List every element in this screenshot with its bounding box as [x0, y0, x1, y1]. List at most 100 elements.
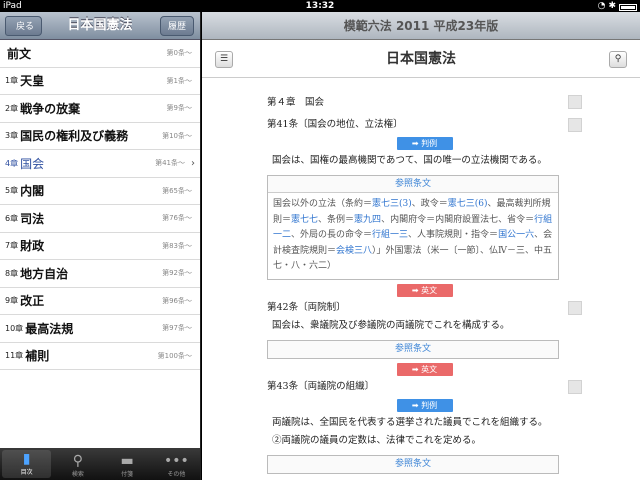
chapter-title: 国会 — [20, 156, 45, 171]
toc-item[interactable]: 1章 天皇 第1条〜 — [0, 68, 200, 95]
case-law-button[interactable]: ➡ 判例 — [396, 398, 453, 412]
chapter-start-article: 第96条〜 — [162, 296, 192, 305]
article-41-text: 国会は、国権の最高機関であつて、国の唯一の立法機関である。 — [272, 155, 547, 166]
statute-link[interactable]: 憲七三(3) — [372, 199, 412, 209]
chapter-number: 5章 — [5, 186, 19, 196]
english-button[interactable]: ➡ 英文 — [396, 362, 453, 376]
tab-label: 検索 — [71, 471, 84, 478]
chapter-number: 8章 — [5, 268, 19, 278]
reference-box: 参照条文 — [267, 339, 559, 359]
status-bar: iPad 13:32 ◔ ✱ — [0, 0, 640, 12]
toc-item[interactable]: 5章 内閣 第65条〜 — [0, 178, 200, 205]
toc-item[interactable]: 3章 国民の権利及び義務 第10条〜 — [0, 123, 200, 150]
article-43-paragraph-2: ②両議院の議員の定数は、法律でこれを定める。 — [272, 434, 482, 446]
sticky-note-icon: ▬ — [120, 453, 134, 469]
toc-item[interactable]: 8章 地方自治 第92条〜 — [0, 260, 200, 288]
reference-header[interactable]: 参照条文 — [268, 455, 558, 473]
tab-2[interactable]: ▬ 付箋 — [103, 448, 152, 480]
chapter-start-article: 第97条〜 — [162, 324, 192, 332]
chapter-start-article: 第1条〜 — [166, 76, 192, 85]
magnifier-icon: ⚲ — [72, 453, 83, 469]
chapter-title: 財政 — [20, 239, 45, 254]
more-dots-icon: ••• — [163, 453, 189, 469]
chapter-title: 最高法規 — [25, 321, 74, 336]
tab-bar: ▮ 目次 ⚲ 検索 ▬ 付箋 ••• その他 — [0, 448, 200, 480]
book-icon: ▮ — [22, 451, 31, 467]
tab-3[interactable]: ••• その他 — [152, 448, 200, 480]
chapter-heading: 第４章 国会 — [267, 92, 582, 114]
bookmark-checkbox[interactable] — [568, 300, 582, 315]
chapter-title: 戦争の放棄 — [20, 101, 81, 116]
reference-header[interactable]: 参照条文 — [268, 176, 558, 193]
tab-label: 付箋 — [121, 471, 134, 478]
chapter-start-article: 第10条〜 — [162, 131, 192, 140]
chapter-start-article: 第41条〜 — [155, 159, 185, 167]
article-43-heading: 第43条〔両議院の組織〕 — [267, 378, 582, 396]
law-text: 第４章 国会 第41条〔国会の地位、立法権〕 ➡ 判例 国会は、国権の最高機関で… — [267, 92, 582, 478]
statute-link[interactable]: 行組一三 — [372, 230, 408, 240]
reference-body: 国会以外の立法（条約＝憲七三(3)、政令＝憲七三(6)、最高裁判所規則＝憲七七、… — [268, 193, 558, 279]
bookmark-checkbox[interactable] — [568, 118, 582, 132]
chapter-start-article: 第100条〜 — [157, 351, 192, 360]
reference-text: 、内閣府令＝内閣府設置法七、省令＝ — [381, 214, 535, 225]
chapter-title: 国民の権利及び義務 — [20, 129, 129, 144]
chapter-title: 天皇 — [20, 74, 45, 89]
statute-link[interactable]: 会検三八 — [336, 246, 372, 256]
chapter-title: 改正 — [20, 294, 45, 309]
statute-link[interactable]: 憲九四 — [354, 215, 381, 225]
history-button[interactable]: 履歴 — [159, 16, 194, 36]
clock: 13:32 — [305, 1, 335, 11]
bookmark-checkbox[interactable] — [568, 95, 582, 109]
toc-item[interactable]: 11章 補則 第100条〜 — [0, 343, 200, 370]
reference-header[interactable]: 参照条文 — [268, 340, 558, 358]
bluetooth-icon: ✱ — [608, 1, 616, 11]
reference-text: 、政令＝ — [411, 199, 448, 209]
toc-item[interactable]: 2章 戦争の放棄 第9条〜 — [0, 95, 200, 123]
reference-text: 、人事院規則・指令＝ — [408, 230, 499, 240]
chapter-start-article: 第9条〜 — [166, 104, 192, 112]
chapter-start-article: 第76条〜 — [162, 214, 192, 222]
tab-0[interactable]: ▮ 目次 — [2, 450, 52, 478]
toc-nav-bar: 戻る 日本国憲法 履歴 — [0, 12, 200, 40]
statute-link[interactable]: 国公一六 — [498, 230, 534, 240]
toc-pane: 戻る 日本国憲法 履歴 前文 第0条〜 1章 天皇 第1条〜 2章 戦争の放棄 第9条〜 3章国… — [0, 12, 201, 480]
toc-item[interactable]: 9章 改正 第96条〜 — [0, 288, 200, 315]
statute-link[interactable]: 憲七七 — [291, 215, 318, 225]
chevron-right-icon: › — [191, 158, 195, 169]
english-button[interactable]: ➡ 英文 — [396, 283, 453, 297]
toc-item[interactable]: 4章 国会 第41条〜 › — [0, 150, 200, 178]
chapter-title: 地方自治 — [20, 266, 69, 281]
statute-link[interactable]: 憲七三(6) — [448, 199, 488, 209]
toc-item[interactable]: 6章 司法 第76条〜 — [0, 205, 200, 233]
chapter-number: 11章 — [5, 351, 24, 361]
lock-rotation-icon: ◔ — [597, 1, 606, 11]
article-43-text: 両議院は、全国民を代表する選挙された議員でこれを組織する。 — [272, 416, 548, 428]
chapter-number: 2章 — [5, 103, 19, 113]
reference-box: 参照条文 国会以外の立法（条約＝憲七三(3)、政令＝憲七三(6)、最高裁判所規則… — [267, 175, 559, 280]
chapter-title: 前文 — [7, 46, 32, 61]
article-41-heading: 第41条〔国会の地位、立法権〕 — [267, 116, 582, 134]
chapter-number: 7章 — [5, 241, 19, 251]
case-law-button[interactable]: ➡ 判例 — [396, 137, 453, 150]
search-button[interactable]: ⚲ — [609, 51, 627, 68]
chapter-start-article: 第0条〜 — [166, 49, 192, 57]
chapter-number: 6章 — [5, 213, 19, 223]
chapter-number: 4章 — [5, 158, 19, 168]
chapter-start-article: 第92条〜 — [162, 269, 192, 277]
article-42-heading: 第42条〔両院制〕 — [267, 299, 582, 317]
reference-text: 国会以外の立法（条約＝ — [273, 199, 373, 209]
chapter-title: 補則 — [25, 349, 50, 364]
chapter-list: 前文 第0条〜 1章 天皇 第1条〜 2章 戦争の放棄 第9条〜 3章 国民の権利及び義務 第10条… — [0, 40, 200, 370]
bookmark-checkbox[interactable] — [568, 379, 582, 394]
toc-item[interactable]: 10章 最高法規 第97条〜 — [0, 315, 200, 343]
chapter-number: 10章 — [5, 323, 24, 333]
tab-1[interactable]: ⚲ 検索 — [53, 448, 102, 480]
tab-label: その他 — [167, 471, 186, 478]
toc-item[interactable]: 前文 第0条〜 — [0, 40, 200, 68]
chapter-start-article: 第83条〜 — [162, 241, 192, 250]
chapter-number: 1章 — [5, 76, 19, 86]
book-title: 模範六法 2011 平成23年版 — [202, 12, 640, 40]
toc-item[interactable]: 7章 財政 第83条〜 — [0, 233, 200, 260]
chapter-number: 9章 — [5, 296, 19, 306]
article-42-text: 国会は、衆議院及び参議院の両議院でこれを構成する。 — [272, 319, 510, 331]
